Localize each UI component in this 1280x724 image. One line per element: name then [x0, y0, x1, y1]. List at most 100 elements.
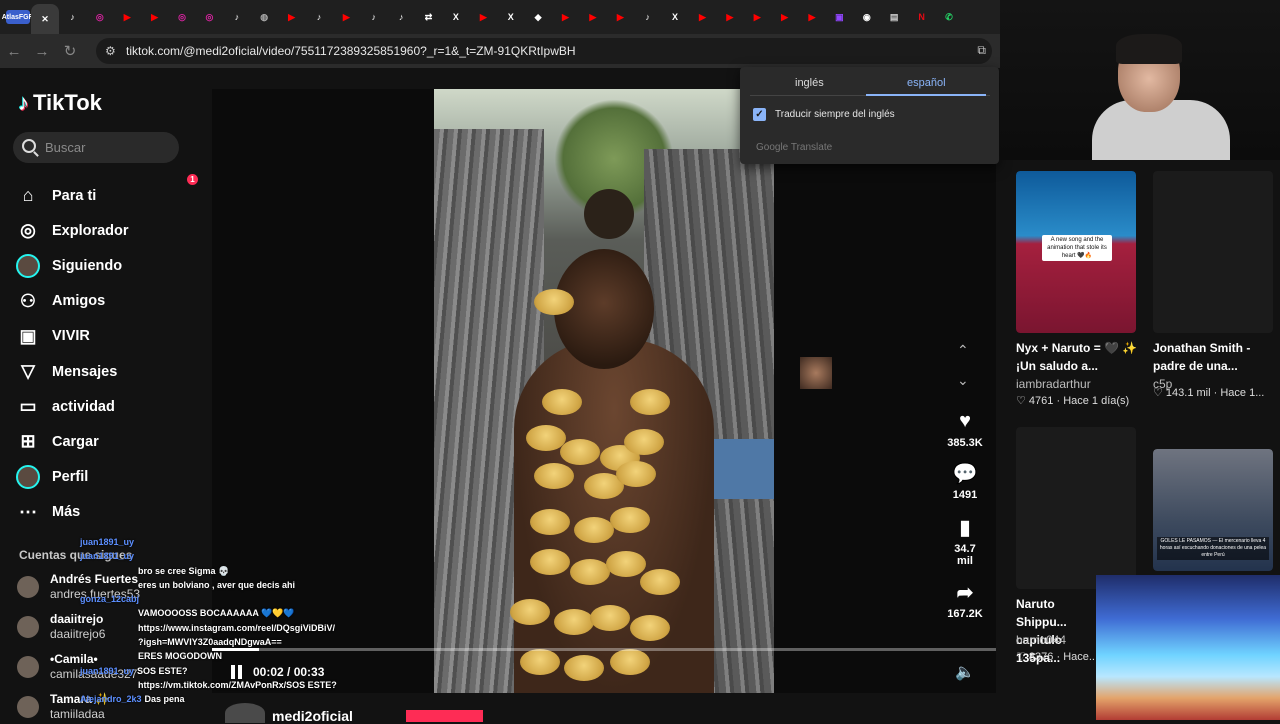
recommended-video-card[interactable]	[1016, 427, 1136, 589]
profile-avatar-icon: ●	[16, 465, 40, 490]
recommended-title[interactable]: Nyx + Naruto = 🖤 ✨ ¡Un saludo a...	[1016, 339, 1141, 375]
browser-tab[interactable]: ✆	[935, 3, 962, 31]
sidebar-item-mensajes[interactable]: ▽ Mensajes	[16, 354, 196, 389]
browser-tab[interactable]: X	[497, 3, 524, 31]
browser-tab[interactable]: ▶	[689, 3, 716, 31]
sidebar-item-amigos[interactable]: ⚇ Amigos	[16, 284, 196, 319]
browser-tab[interactable]: ▶	[771, 3, 798, 31]
recommended-video-card[interactable]: A new song and the animation that stole …	[1016, 171, 1136, 333]
author-avatar[interactable]	[225, 703, 265, 723]
bookmark-button[interactable]: ▮ 34.7 mil	[944, 515, 986, 568]
author-name[interactable]: medi2oficial	[272, 708, 353, 724]
recommended-time: Hace 1 día(s)	[1063, 395, 1130, 407]
comment-button[interactable]: 💬 1491	[944, 461, 986, 502]
browser-tab[interactable]: ◎	[196, 3, 223, 31]
sidebar-item-perfil[interactable]: ● Perfil	[16, 460, 196, 495]
browser-tab[interactable]: ▶	[114, 3, 141, 31]
x-icon: X	[452, 11, 459, 22]
sidebar-item-cargar[interactable]: ⊞ Cargar	[16, 424, 196, 459]
browser-tab[interactable]: ▶	[579, 3, 606, 31]
translate-tab-spanish[interactable]: español	[907, 77, 946, 89]
recommended-video-card[interactable]	[1153, 171, 1273, 333]
browser-tab[interactable]: X	[442, 3, 469, 31]
browser-tab[interactable]: N	[908, 3, 935, 31]
video-progress-bar[interactable]	[212, 648, 996, 651]
tiktok-logo[interactable]: ♪ TikTok	[18, 90, 102, 116]
recommended-video-card[interactable]: GOLES LE PASAMOS — El mercenario lleva 4…	[1153, 449, 1273, 571]
share-button[interactable]: ➦ 167.2K	[944, 580, 986, 621]
browser-tab[interactable]: ⇄	[415, 3, 442, 31]
browser-tab[interactable]: ◎	[86, 3, 113, 31]
browser-tab[interactable]: ▶	[798, 3, 825, 31]
pause-icon[interactable]	[228, 663, 244, 680]
browser-tab[interactable]: ▤	[881, 3, 908, 31]
chat-message: ERES MOGODOWN	[80, 649, 380, 663]
translate-icon: ⇄	[424, 11, 433, 22]
sidebar-item-vivir[interactable]: ▣ VIVIR	[16, 319, 196, 354]
recommended-author[interactable]: humo044	[1016, 633, 1066, 647]
browser-tab[interactable]: ◍	[251, 3, 278, 31]
browser-tab[interactable]: ✕	[31, 4, 59, 34]
netflix-icon: N	[918, 11, 925, 22]
browser-tab[interactable]: ▶	[552, 3, 579, 31]
youtube-icon: ▶	[808, 11, 816, 22]
translate-tab-english[interactable]: inglés	[795, 77, 824, 89]
back-icon[interactable]: ←	[0, 37, 28, 65]
url-field[interactable]: ⚙ tiktok.com/@medi2oficial/video/7551172…	[96, 38, 992, 64]
site-settings-icon[interactable]: ⚙	[105, 44, 116, 58]
sidebar-item-explorador[interactable]: ◎ Explorador	[16, 213, 196, 248]
heart-button[interactable]: ♥ 385.3K	[944, 409, 986, 450]
sidebar-item-para-ti[interactable]: ⌂ Para ti	[16, 178, 196, 213]
more-icon: ⋯	[19, 501, 37, 522]
browser-tab[interactable]: ▶	[333, 3, 360, 31]
browser-tab[interactable]: AtlasFGR	[2, 3, 34, 31]
browser-tab[interactable]: ♪	[305, 3, 332, 31]
browser-tab[interactable]: ▶	[744, 3, 771, 31]
browser-tab[interactable]: ▶	[607, 3, 634, 31]
video-banana	[624, 429, 664, 455]
next-video-icon[interactable]: ⌄	[957, 372, 969, 389]
browser-tab[interactable]: ▶	[716, 3, 743, 31]
browser-tab[interactable]: ◉	[853, 3, 880, 31]
browser-tab[interactable]: ♪	[634, 3, 661, 31]
install-app-icon[interactable]: ⧉	[977, 43, 986, 58]
browser-tab[interactable]: ♪	[59, 3, 86, 31]
globe-icon: ◍	[260, 11, 269, 22]
previous-video-icon[interactable]: ⌃	[957, 342, 969, 359]
browser-tab[interactable]: ▶	[141, 3, 168, 31]
chat-text: bro se cree Sigma 💀	[138, 565, 230, 576]
browser-tab[interactable]: ▣	[826, 3, 853, 31]
browser-tab[interactable]: ▶	[278, 3, 305, 31]
browser-tab[interactable]: ♪	[223, 3, 250, 31]
always-translate-checkbox[interactable]: ✓	[753, 108, 766, 121]
follow-button[interactable]	[406, 710, 483, 722]
browser-tab[interactable]: ◎	[168, 3, 195, 31]
forward-icon[interactable]: →	[28, 37, 56, 65]
sidebar-item-label: Siguiendo	[52, 257, 123, 274]
sidebar-item-siguiendo[interactable]: ● Siguiendo	[16, 248, 196, 283]
video-frame[interactable]	[434, 89, 774, 693]
youtube-icon: ▶	[781, 11, 789, 22]
reload-icon[interactable]: ↻	[56, 37, 84, 65]
search-input[interactable]: Buscar	[13, 132, 179, 163]
action-count: 167.2K	[947, 608, 983, 620]
video-banana	[630, 389, 670, 415]
video-banana	[610, 507, 650, 533]
recommended-title[interactable]: Jonathan Smith - padre de una...	[1153, 339, 1278, 375]
chat-message: juan1891_uy	[80, 535, 380, 549]
recommended-author[interactable]: iambradarthur	[1016, 377, 1091, 391]
volume-icon[interactable]: 🔈	[955, 662, 975, 682]
sidebar-item-actividad[interactable]: ▭ 1 actividad	[16, 174, 198, 424]
sidebar-item-más[interactable]: ⋯ Más	[16, 495, 196, 530]
browser-tab[interactable]: ♪	[360, 3, 387, 31]
notification-badge: 1	[187, 174, 198, 185]
browser-tab[interactable]: ▶	[470, 3, 497, 31]
video-banana	[610, 649, 650, 675]
browser-tab[interactable]: ♪	[387, 3, 414, 31]
browser-tab[interactable]: X	[661, 3, 688, 31]
comment-icon: 💬	[952, 462, 978, 485]
video-banana	[530, 549, 570, 575]
browser-tab[interactable]: ◆	[524, 3, 551, 31]
heart-icon: ♥	[959, 409, 971, 432]
chat-message: bro se cree Sigma 💀	[80, 564, 380, 578]
